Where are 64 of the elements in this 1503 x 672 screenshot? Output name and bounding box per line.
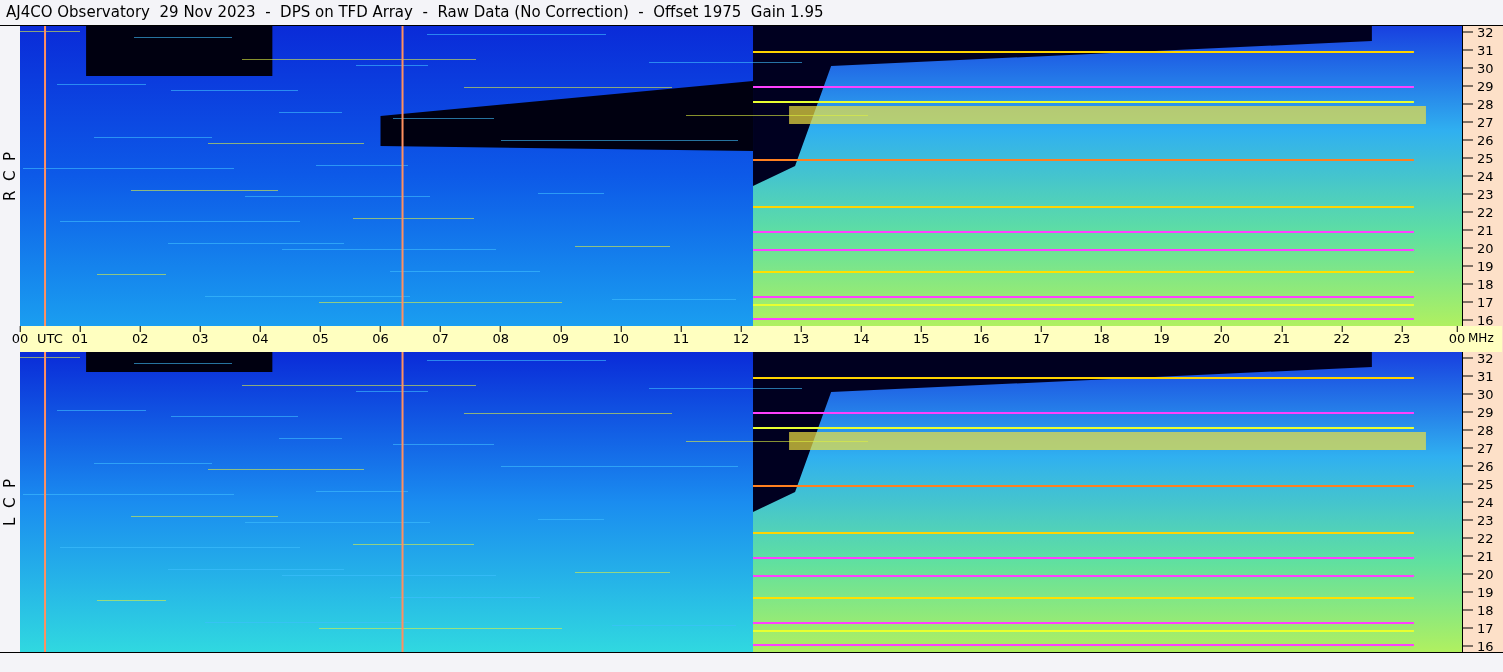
frequency-label: 26	[1477, 459, 1494, 473]
time-label: 00	[11, 332, 29, 345]
frequency-label: 23	[1477, 513, 1494, 527]
polarization-label: L C P	[2, 478, 18, 526]
frequency-label: 20	[1477, 567, 1494, 581]
time-label: 08	[492, 332, 509, 345]
frequency-label: 21	[1477, 223, 1494, 237]
frequency-label: 19	[1477, 259, 1494, 273]
time-label: 22	[1333, 332, 1351, 345]
polarization-label: R C P	[2, 151, 18, 201]
frequency-label: 22	[1477, 531, 1494, 545]
time-label: 18	[1093, 332, 1110, 345]
frequency-label: 31	[1477, 369, 1494, 383]
time-label: 23	[1393, 332, 1411, 345]
frequency-label: 25	[1477, 151, 1494, 165]
time-label: 06	[372, 332, 389, 345]
time-label: 19	[1153, 332, 1170, 345]
frequency-label: 16	[1477, 313, 1494, 327]
chart-title: AJ4CO Observatory 29 Nov 2023 - DPS on TFD Array - Raw Data (No Correction) - Offset 1975 Gain 1.95	[6, 5, 824, 20]
frequency-label: 30	[1477, 61, 1494, 75]
time-label: 02	[131, 332, 149, 345]
unit-label: MHz	[1468, 332, 1494, 344]
frequency-label: 27	[1477, 441, 1494, 455]
time-label: 04	[252, 332, 269, 345]
time-label: 11	[672, 332, 690, 345]
frequency-label: 19	[1477, 585, 1494, 599]
time-label: 16	[973, 332, 990, 345]
frequency-label: 17	[1477, 295, 1494, 309]
time-label: 21	[1273, 332, 1290, 345]
frequency-label: 28	[1477, 97, 1494, 111]
frequency-label: 25	[1477, 477, 1494, 491]
timezone-label: UTC	[37, 332, 63, 345]
frequency-label: 27	[1477, 115, 1494, 129]
time-label: 01	[71, 332, 89, 345]
frequency-label: 29	[1477, 79, 1494, 93]
frequency-label: 21	[1477, 549, 1494, 563]
time-label: 10	[612, 332, 630, 345]
frequency-label: 17	[1477, 621, 1494, 635]
frequency-label: 32	[1477, 25, 1494, 39]
time-label: 13	[792, 332, 810, 345]
time-label: 09	[552, 332, 569, 345]
frequency-label: 26	[1477, 133, 1494, 147]
frequency-label: 23	[1477, 187, 1494, 201]
frequency-label: 28	[1477, 423, 1494, 437]
frequency-label: 24	[1477, 169, 1494, 183]
time-label: 15	[913, 332, 930, 345]
frequency-label: 20	[1477, 241, 1494, 255]
time-label: 20	[1213, 332, 1230, 345]
time-label: 12	[732, 332, 750, 345]
time-label: 03	[192, 332, 209, 345]
time-label: 07	[432, 332, 449, 345]
frequency-label: 30	[1477, 387, 1494, 401]
time-label: 05	[312, 332, 329, 345]
frequency-label: 16	[1477, 639, 1494, 653]
time-label: 00	[1448, 332, 1466, 345]
time-label: 14	[852, 332, 870, 345]
frequency-label: 18	[1477, 603, 1494, 617]
frequency-label: 22	[1477, 205, 1494, 219]
frequency-label: 29	[1477, 405, 1494, 419]
frequency-label: 31	[1477, 43, 1494, 57]
frequency-label: 18	[1477, 277, 1494, 291]
frequency-label: 32	[1477, 351, 1494, 365]
time-label: 17	[1033, 332, 1050, 345]
frequency-label: 24	[1477, 495, 1494, 509]
